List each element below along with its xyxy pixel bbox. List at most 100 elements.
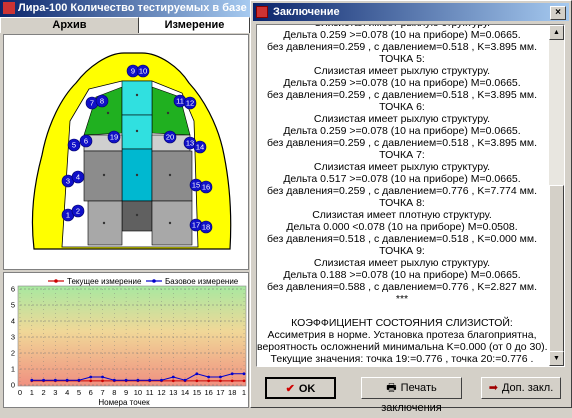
conclusion-line: ***: [395, 293, 409, 305]
conclusion-line: без давления=0.518 , с давлением=0.518 ,…: [266, 233, 538, 245]
jaw-point-10[interactable]: 10: [136, 64, 150, 78]
jaw-point-label: 15: [192, 181, 200, 190]
ok-button[interactable]: ✔ OK: [265, 377, 336, 399]
conclusion-line: Дельта 0.259 >=0.078 (10 на приборе) M=0…: [283, 125, 521, 137]
jaw-point-label: 5: [72, 141, 76, 150]
jaw-point-12[interactable]: 12: [183, 96, 197, 110]
base-point: [101, 375, 104, 379]
jaw-point-5[interactable]: 5: [67, 138, 81, 152]
conclusion-line: Слизистая имеет рыхлую структуру.: [313, 161, 491, 173]
printer-icon: 🖶: [386, 382, 397, 394]
x-tick-label: 15: [193, 388, 201, 397]
zone-r3: [151, 200, 193, 246]
dialog-title: Заключение: [273, 6, 340, 18]
jaw-point-label: 18: [202, 223, 210, 232]
x-tick-label: 8: [112, 388, 116, 397]
jaw-point-label: 3: [66, 177, 70, 186]
base-point: [42, 378, 45, 382]
extra-conclusion-button[interactable]: ➡ Доп. закл.: [481, 377, 561, 399]
current-point: [101, 379, 104, 383]
base-point: [77, 378, 81, 382]
conclusion-text-area[interactable]: Слизистая имеет рыхлую структуру.Дельта …: [256, 24, 565, 367]
jaw-diagram-panel: 1 2 3 4 5 6 7 8 9 10 11 12 13 14 15 16 17 18 19 20: [3, 34, 249, 270]
jaw-point-label: 10: [139, 67, 147, 76]
jaw-point-label: 6: [84, 137, 88, 146]
vertical-scrollbar[interactable]: ▲ ▼: [549, 25, 564, 366]
x-tick-label: 7: [100, 388, 104, 397]
jaw-point-20[interactable]: 20: [163, 130, 177, 144]
close-button[interactable]: ×: [550, 6, 566, 20]
print-conclusion-button[interactable]: 🖶 Печать заключения: [361, 377, 462, 414]
tab-measurement[interactable]: Измерение: [139, 17, 250, 33]
x-tick-label: 1: [30, 388, 34, 397]
base-point: [112, 378, 116, 382]
conclusion-line: ТОЧКА 5:: [379, 53, 425, 65]
jaw-point-8[interactable]: 8: [95, 94, 109, 108]
conclusion-line: Дельта 0.188 >=0.078 (10 на приборе) M=0…: [283, 269, 521, 281]
x-tick-label: 11: [146, 388, 154, 397]
current-point: [219, 379, 222, 383]
dialog-title-bar: Заключение ×: [253, 3, 569, 21]
base-point: [148, 378, 152, 382]
jaw-diagram: 1 23 45 67 89 1011 1213 1415 1617 1819 20: [31, 52, 232, 250]
tab-archive[interactable]: Архив: [0, 17, 139, 33]
zone-r2: [151, 150, 193, 202]
legend-current-label: Текущее измерение: [67, 277, 142, 286]
jaw-point-19[interactable]: 19: [107, 130, 121, 144]
y-tick-label: 2: [11, 349, 15, 358]
y-tick-label: 4: [11, 317, 15, 326]
jaw-point-2[interactable]: 2: [71, 204, 85, 218]
tab-strip: Архив Измерение: [0, 17, 250, 33]
base-point: [183, 378, 187, 382]
conclusion-line: ТОЧКА 7:: [379, 149, 425, 161]
y-tick-label: 5: [11, 301, 15, 310]
jaw-point-6[interactable]: 6: [79, 134, 93, 148]
current-point: [89, 379, 93, 383]
x-tick-label: 18: [228, 388, 236, 397]
jaw-point-18[interactable]: 18: [199, 220, 213, 234]
x-tick-label: 12: [157, 388, 165, 397]
jaw-point-label: 19: [110, 133, 118, 142]
jaw-point-label: 9: [131, 67, 135, 76]
jaw-point-16[interactable]: 16: [199, 180, 213, 194]
base-point: [53, 378, 57, 382]
conclusion-line: вероятность осложнений минимальна K=0.00…: [257, 341, 548, 353]
legend-base-marker: [152, 279, 156, 283]
base-point: [124, 378, 128, 382]
current-point: [242, 379, 246, 383]
jaw-point-label: 20: [166, 133, 174, 142]
conclusion-line: без давления=0.588 , с давлением=0.776 ,…: [266, 281, 538, 293]
x-tick-label: 5: [77, 388, 81, 397]
base-point: [30, 378, 34, 382]
conclusion-text: Слизистая имеет рыхлую структуру.Дельта …: [257, 25, 548, 366]
scroll-up-icon[interactable]: ▲: [549, 25, 564, 40]
x-axis-label: Номера точек: [98, 398, 150, 407]
conclusion-line: [257, 305, 547, 317]
y-tick-label: 1: [11, 365, 15, 374]
x-tick-label: 14: [181, 388, 189, 397]
jaw-point-4[interactable]: 4: [71, 170, 85, 184]
jaw-point-label: 11: [176, 97, 184, 106]
y-tick-label: 3: [11, 333, 15, 342]
x-tick-label: 2: [41, 388, 45, 397]
jaw-point-14[interactable]: 14: [193, 140, 207, 154]
chart-panel: Текущее измерение Базовое измерение 0123…: [3, 272, 249, 408]
main-window: Лира-100 Количество тестируемых в базе -…: [0, 0, 250, 408]
more-label: Доп. закл.: [501, 382, 554, 394]
zone-center-top: [121, 80, 153, 116]
base-point: [219, 375, 222, 379]
x-tick-label: 4: [65, 388, 69, 397]
scroll-down-icon[interactable]: ▼: [549, 351, 564, 366]
base-point: [171, 375, 175, 379]
conclusion-line: Ассиметрия в норме. Установка протеза бл…: [267, 329, 537, 341]
scroll-thumb[interactable]: [549, 185, 564, 355]
check-icon: ✔: [285, 383, 295, 395]
conclusion-line: Дельта 0.517 >=0.078 (10 на приборе) M=0…: [283, 173, 521, 185]
jaw-point-label: 16: [202, 183, 210, 192]
x-tick-label: 10: [134, 388, 142, 397]
jaw-point-label: 17: [192, 221, 200, 230]
main-title: Лира-100 Количество тестируемых в базе -…: [18, 2, 250, 14]
x-tick-label: 13: [169, 388, 177, 397]
conclusion-line: Слизистая имеет рыхлую структуру.: [313, 113, 491, 125]
x-tick-label: 16: [204, 388, 212, 397]
